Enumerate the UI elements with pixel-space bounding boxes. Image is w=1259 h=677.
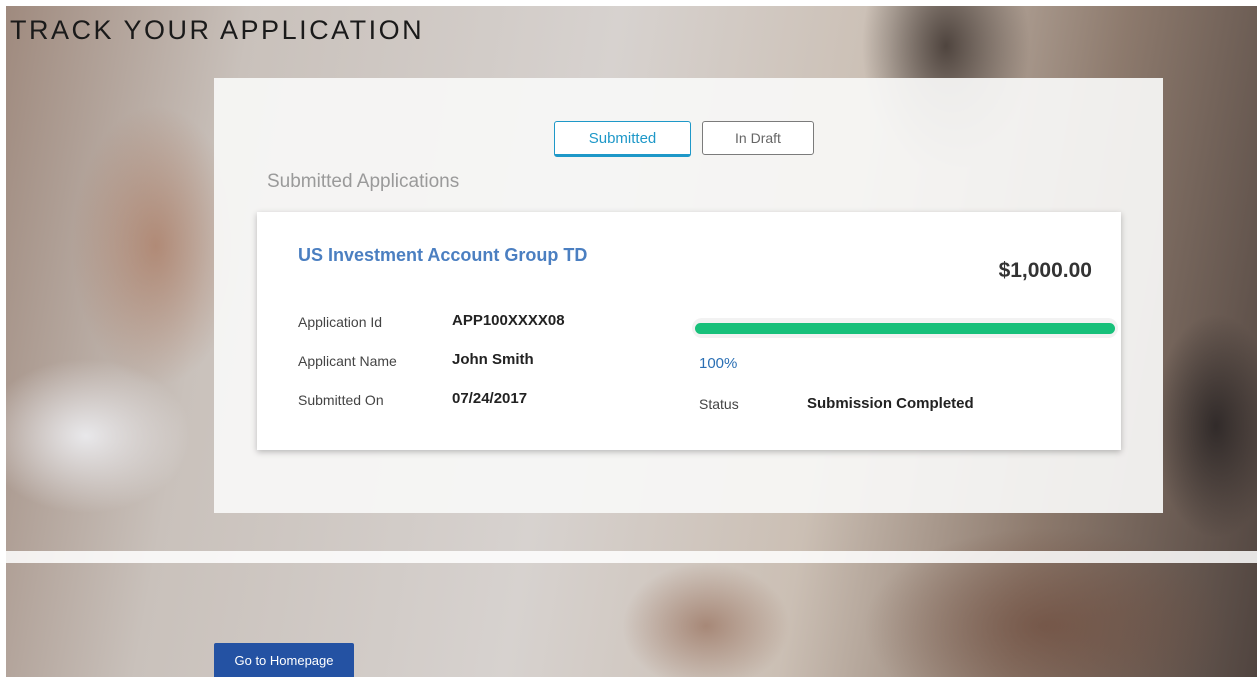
page-title: TRACK YOUR APPLICATION (10, 15, 425, 45)
section-heading: Submitted Applications (267, 171, 460, 192)
submitted-on-label: Submitted On (298, 392, 384, 408)
status-label: Status (699, 396, 739, 412)
application-amount: $1,000.00 (998, 259, 1092, 282)
background-band (6, 551, 1257, 563)
applicant-name-value: John Smith (452, 351, 534, 368)
go-to-homepage-button[interactable]: Go to Homepage (214, 643, 354, 677)
applications-panel: Submitted In Draft Submitted Application… (214, 78, 1163, 513)
application-id-value: APP100XXXX08 (452, 312, 565, 329)
progress-fill (695, 323, 1115, 334)
tab-in-draft[interactable]: In Draft (702, 121, 814, 155)
progress-bar (692, 318, 1118, 338)
application-title-link[interactable]: US Investment Account Group TD (298, 245, 587, 266)
progress-percent: 100% (699, 355, 738, 372)
submitted-on-value: 07/24/2017 (452, 390, 528, 407)
applicant-name-label: Applicant Name (298, 353, 397, 369)
application-card: US Investment Account Group TD $1,000.00… (257, 212, 1121, 450)
status-value: Submission Completed (807, 395, 974, 412)
tab-submitted[interactable]: Submitted (554, 121, 691, 157)
application-id-label: Application Id (298, 314, 383, 330)
